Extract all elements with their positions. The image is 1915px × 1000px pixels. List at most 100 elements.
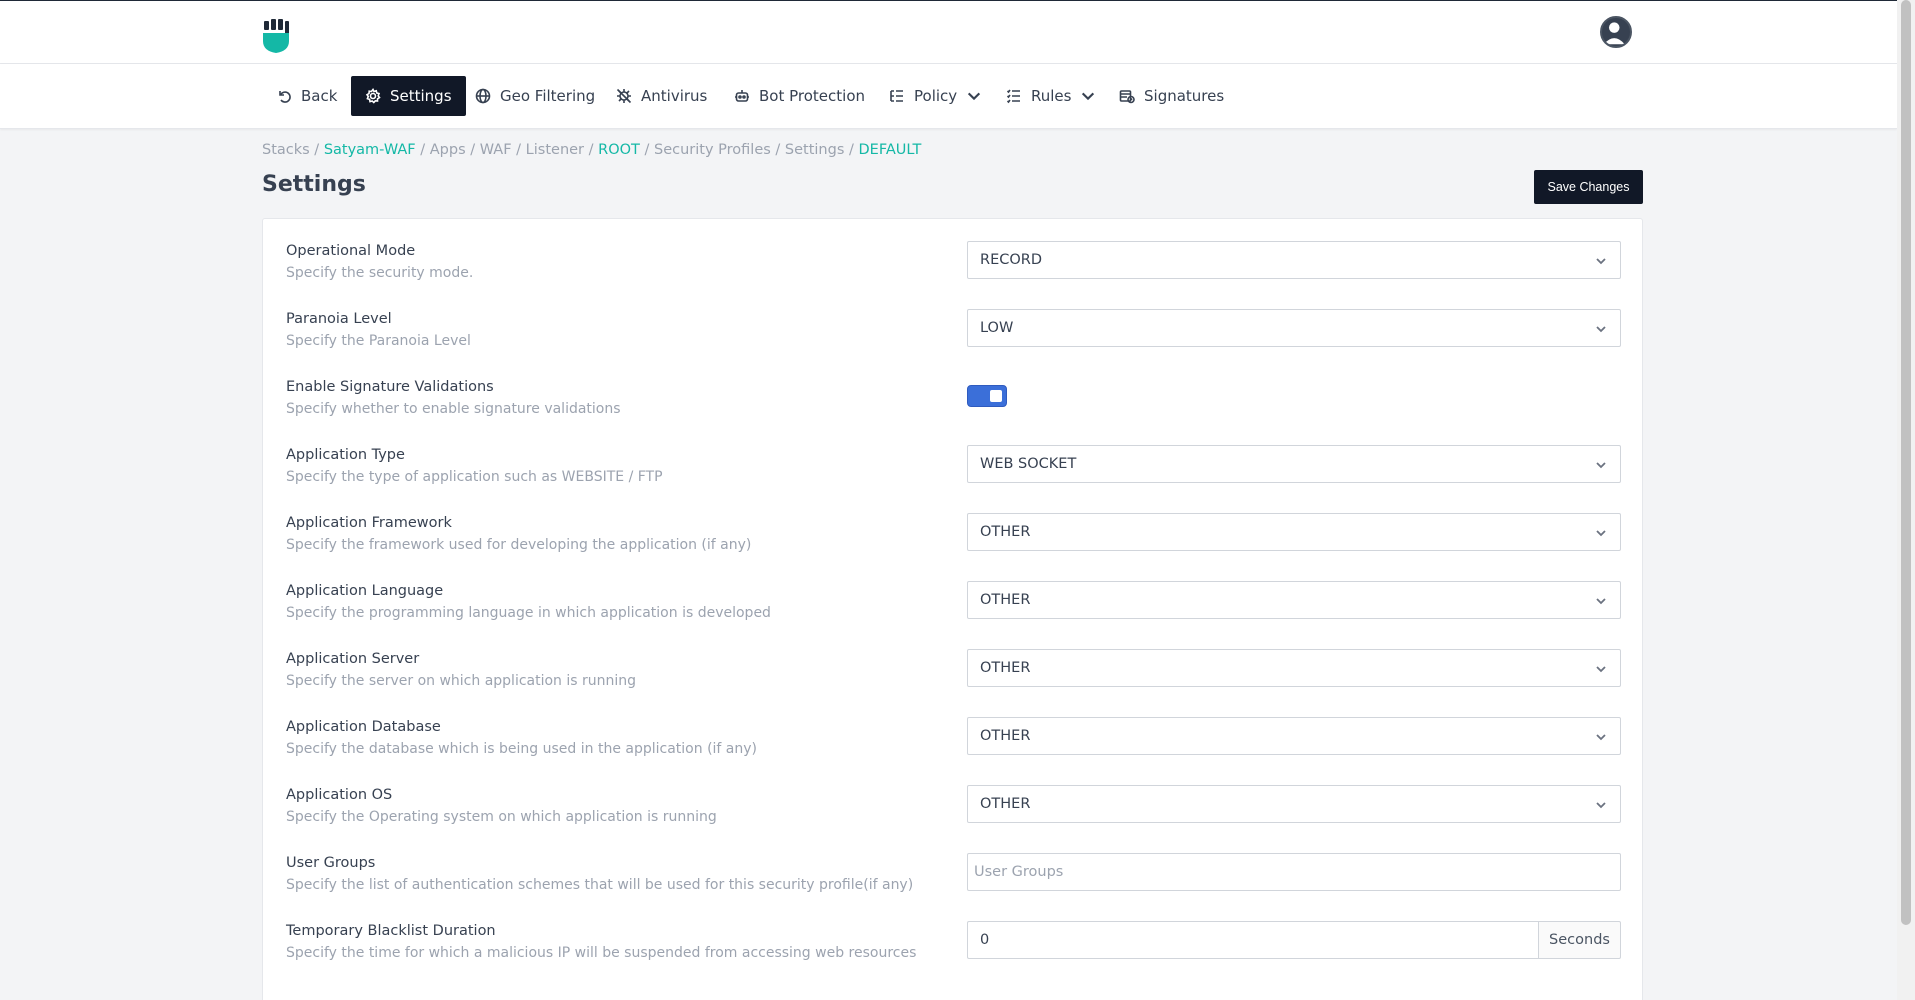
field-description: Specify whether to enable signature vali… [286,401,621,417]
field-label: Operational Mode [286,243,416,259]
application-server-select[interactable]: OTHER [967,649,1621,687]
breadcrumb-sep: / [415,142,430,158]
application-os-select[interactable]: OTHER [967,785,1621,823]
select-value: OTHER [980,524,1031,540]
application-type-select[interactable]: WEB SOCKET [967,445,1621,483]
select-value: OTHER [980,796,1031,812]
field-label: Enable Signature Validations [286,379,494,395]
select-value: OTHER [980,660,1031,676]
tab-bot-label: Bot Protection [759,87,866,105]
application-database-select[interactable]: OTHER [967,717,1621,755]
tab-bot-protection[interactable]: Bot Protection [720,76,879,116]
select-value: OTHER [980,592,1031,608]
select-value: LOW [980,320,1014,336]
field-signature-validations: Enable Signature Validations Specify whe… [263,355,1642,423]
virus-off-icon [616,88,632,104]
logo-icon[interactable] [262,19,290,53]
select-value: OTHER [980,728,1031,744]
field-description: Specify the security mode. [286,265,474,281]
breadcrumb-sep: / [309,142,324,158]
breadcrumb-satyam-waf[interactable]: Satyam-WAF [324,142,416,158]
breadcrumb-waf[interactable]: WAF [480,142,512,158]
page-scrollbar[interactable] [1897,0,1915,1000]
chevron-down-icon [1596,666,1606,673]
tab-signatures[interactable]: Signatures [1105,76,1238,116]
chevron-down-icon [1596,258,1606,265]
field-application-database: Application Database Specify the databas… [263,695,1642,763]
globe-icon [475,88,491,104]
breadcrumb-sep: / [844,142,859,158]
breadcrumb-sep: / [584,142,599,158]
user-avatar[interactable] [1600,16,1632,48]
blacklist-duration-group: 0 Seconds [967,921,1621,959]
field-application-language: Application Language Specify the program… [263,559,1642,627]
breadcrumb: Stacks / Satyam-WAF / Apps / WAF / Liste… [262,142,921,158]
field-description: Specify the list of authentication schem… [286,877,914,893]
signature-validations-toggle[interactable] [967,385,1007,407]
application-framework-select[interactable]: OTHER [967,513,1621,551]
tab-settings-label: Settings [390,87,452,105]
back-label: Back [301,87,338,105]
select-value: WEB SOCKET [980,456,1077,472]
rules-dropdown[interactable]: Rules [992,76,1110,116]
save-changes-button[interactable]: Save Changes [1534,170,1643,204]
tab-antivirus-label: Antivirus [641,87,708,105]
field-label: Paranoia Level [286,311,392,327]
tab-antivirus[interactable]: Antivirus [602,76,721,116]
tab-signatures-label: Signatures [1144,87,1225,105]
breadcrumb-stacks[interactable]: Stacks [262,142,310,158]
tab-geo-filtering[interactable]: Geo Filtering [461,76,609,116]
chevron-down-icon [1596,734,1606,741]
secondary-nav: Back Settings Geo Filtering Antivirus Bo… [0,64,1897,129]
field-description: Specify the server on which application … [286,673,637,689]
breadcrumb-sep: / [511,142,526,158]
signature-db-icon [1119,90,1135,104]
tab-settings[interactable]: Settings [351,76,466,116]
chevron-down-icon [1596,598,1606,605]
field-label: Application OS [286,787,393,803]
field-label: Application Type [286,447,405,463]
user-icon [1603,22,1625,45]
chevron-down-icon [968,92,981,101]
field-description: Specify the database which is being used… [286,741,758,757]
policy-label: Policy [914,87,958,105]
breadcrumb-root[interactable]: ROOT [598,142,640,158]
undo-icon [279,91,291,103]
field-description: Specify the Paranoia Level [286,333,471,349]
field-user-groups: User Groups Specify the list of authenti… [263,831,1642,899]
policy-dropdown[interactable]: Policy [875,76,996,116]
breadcrumb-sep: / [465,142,480,158]
chevron-down-icon [1596,802,1606,809]
operational-mode-select[interactable]: RECORD [967,241,1621,279]
application-language-select[interactable]: OTHER [967,581,1621,619]
scrollbar-thumb[interactable] [1901,0,1911,925]
breadcrumb-sep: / [770,142,785,158]
list-check-icon [1006,89,1020,104]
field-label: Application Language [286,583,444,599]
breadcrumb-apps[interactable]: Apps [430,142,466,158]
robot-icon [735,90,749,102]
back-button[interactable]: Back [262,76,351,116]
page-title: Settings [262,172,366,197]
breadcrumb-security-profiles[interactable]: Security Profiles [654,142,771,158]
field-label: Application Server [286,651,420,667]
top-header [0,0,1897,64]
paranoia-level-select[interactable]: LOW [967,309,1621,347]
breadcrumb-default[interactable]: DEFAULT [859,142,922,158]
select-value: RECORD [980,252,1043,268]
field-description: Specify the programming language in whic… [286,605,771,621]
user-groups-input[interactable] [967,853,1621,891]
chevron-down-icon [1596,530,1606,537]
seconds-unit-addon: Seconds [1538,921,1621,959]
rules-label: Rules [1031,87,1072,105]
list-tree-icon [890,90,903,102]
field-application-os: Application OS Specify the Operating sys… [263,763,1642,831]
blacklist-duration-input[interactable]: 0 [967,921,1538,959]
field-application-type: Application Type Specify the type of app… [263,423,1642,491]
field-application-framework: Application Framework Specify the framew… [263,491,1642,559]
chevron-down-icon [1596,326,1606,333]
toggle-knob [990,390,1002,402]
field-description: Specify the framework used for developin… [286,537,752,553]
breadcrumb-listener[interactable]: Listener [526,142,584,158]
breadcrumb-settings[interactable]: Settings [785,142,844,158]
